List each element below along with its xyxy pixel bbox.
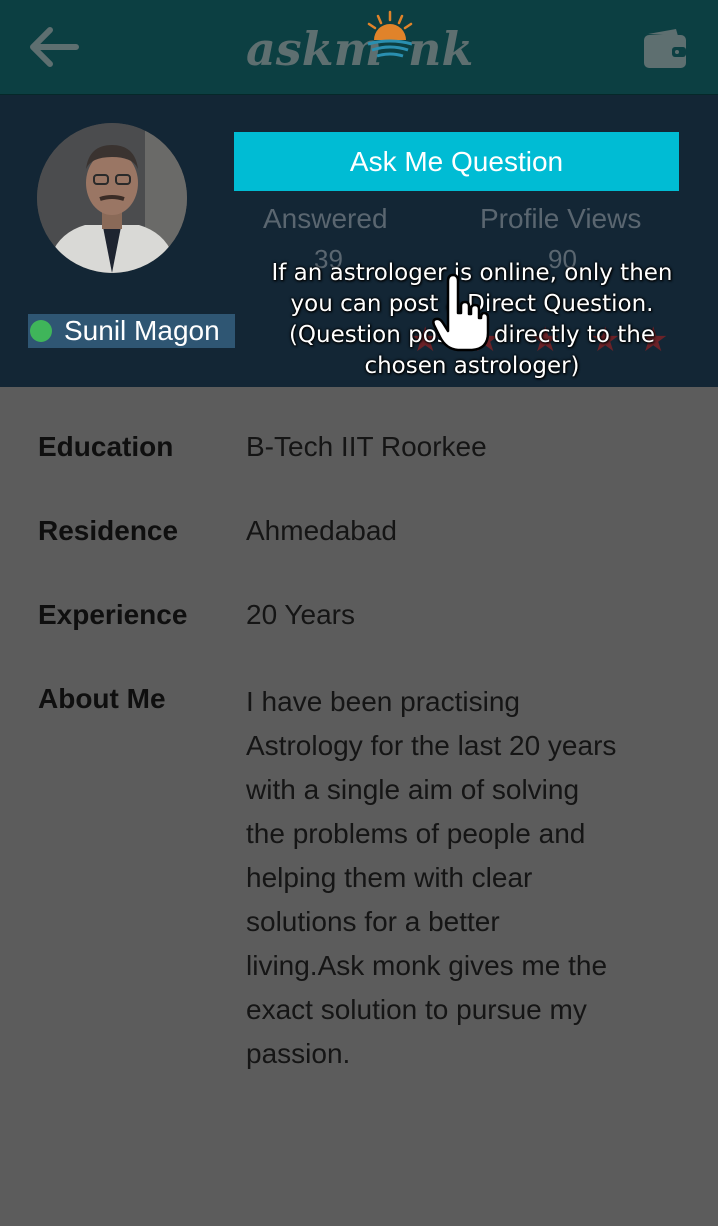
back-button[interactable]	[26, 24, 82, 70]
askmonk-logo: askm nk	[246, 8, 476, 86]
astrologer-name: Sunil Magon	[64, 315, 220, 346]
about-line: the problems of people and	[246, 818, 586, 849]
astrologer-name-badge: Sunil Magon	[28, 314, 235, 348]
answered-label: Answered	[263, 203, 388, 234]
about-line: Astrology for the last 20 years	[246, 730, 617, 761]
top-app-bar: askm nk	[0, 0, 718, 95]
residence-label: Residence	[38, 515, 179, 546]
wallet-icon	[644, 29, 686, 68]
about-me-text: I have been practising Astrology for the…	[246, 680, 696, 1076]
online-status-dot	[30, 320, 52, 342]
education-label: Education	[38, 431, 174, 462]
astrologer-photo	[37, 123, 187, 273]
experience-label: Experience	[38, 599, 188, 630]
about-line: helping them with clear	[246, 862, 533, 893]
profile-panel: Sunil Magon Ask Me Question Answered 39 …	[0, 95, 718, 387]
wallet-button[interactable]	[642, 26, 688, 70]
profile-views-label: Profile Views	[480, 203, 642, 234]
about-line: I have been practising	[246, 686, 520, 717]
residence-value: Ahmedabad	[246, 515, 398, 546]
about-line: exact solution to pursue my	[246, 994, 587, 1025]
ask-me-question-button[interactable]: Ask Me Question	[234, 132, 679, 191]
logo-text-left: askm	[246, 22, 383, 76]
about-line: solutions for a better	[246, 906, 500, 937]
about-line: passion.	[246, 1038, 351, 1069]
tap-hand-pointer-icon	[432, 273, 490, 352]
about-me-label: About Me	[38, 683, 166, 714]
tooltip-line: chosen astrologer)	[364, 353, 580, 379]
logo-text-right: nk	[408, 22, 474, 76]
avatar	[37, 123, 187, 273]
back-arrow-icon	[30, 27, 79, 67]
about-line: living.Ask monk gives me the	[246, 950, 608, 981]
experience-value: 20 Years	[246, 599, 355, 630]
about-line: with a single aim of solving	[246, 774, 580, 805]
education-value: B-Tech IIT Roorkee	[246, 431, 487, 462]
